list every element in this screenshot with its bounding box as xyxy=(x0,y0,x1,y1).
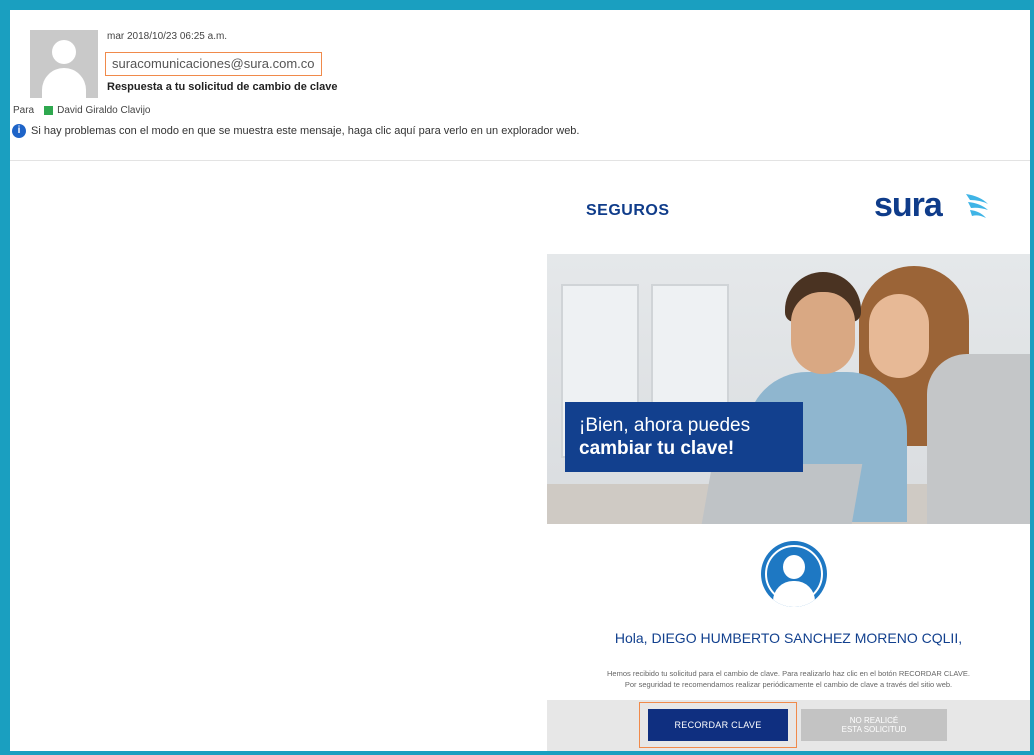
header-divider xyxy=(10,160,1030,161)
seguros-label: SEGUROS xyxy=(586,202,670,219)
sura-wing-icon xyxy=(966,194,988,218)
hero-woman-top-shape xyxy=(927,354,1030,524)
hero-caption-line2: cambiar tu clave! xyxy=(579,438,735,459)
body-text-line1: Hemos recibido tu solicitud para el camb… xyxy=(607,669,970,678)
message-date: mar 2018/10/23 06:25 a.m. xyxy=(107,31,228,42)
sura-logo: sura xyxy=(874,186,943,224)
message-header: mar 2018/10/23 06:25 a.m. suracomunicaci… xyxy=(10,10,1030,162)
message-subject: Respuesta a tu solicitud de cambio de cl… xyxy=(107,81,338,93)
sender-address[interactable]: suracomunicaciones@sura.com.co xyxy=(105,52,322,76)
user-profile-icon xyxy=(761,541,827,607)
hero-caption: ¡Bien, ahora puedes cambiar tu clave! xyxy=(565,402,803,472)
no-realice-line2: ESTA SOLICITUD xyxy=(841,725,907,734)
no-realice-line1: NO REALICÉ xyxy=(849,716,899,725)
recipient-row: Para David Giraldo Clavijo xyxy=(13,105,151,116)
email-window: mar 2018/10/23 06:25 a.m. suracomunicaci… xyxy=(10,10,1030,751)
body-text-line2: Por seguridad te recomendamos realizar p… xyxy=(624,680,953,689)
info-icon: i xyxy=(12,124,26,138)
sender-avatar xyxy=(30,30,98,98)
body-text: Hemos recibido tu solicitud para el camb… xyxy=(557,668,1020,690)
greeting: Hola, DIEGO HUMBERTO SANCHEZ MORENO CQLI… xyxy=(614,630,963,646)
to-label: Para xyxy=(13,105,35,116)
hero-man-face-shape xyxy=(791,292,855,374)
info-bar[interactable]: i Si hay problemas con el modo en que se… xyxy=(12,124,580,138)
hero-image: ¡Bien, ahora puedes cambiar tu clave! xyxy=(547,254,1030,524)
hero-woman-face-shape xyxy=(869,294,929,378)
hero-caption-line1: ¡Bien, ahora puedes xyxy=(579,415,751,436)
info-text[interactable]: Si hay problemas con el modo en que se m… xyxy=(31,125,580,137)
hero-laptop-shape xyxy=(701,464,863,524)
profile-head-shape xyxy=(783,555,805,579)
presence-status-icon xyxy=(44,106,54,115)
no-realice-button[interactable]: NO REALICÉ ESTA SOLICITUD xyxy=(801,709,947,741)
button-strip: RECORDAR CLAVE NO REALICÉ ESTA SOLICITUD xyxy=(547,700,1030,751)
brand-row: SEGUROS sura xyxy=(547,162,1030,254)
avatar-body-shape xyxy=(42,68,86,98)
recipient-name[interactable]: David Giraldo Clavijo xyxy=(57,105,150,116)
recordar-clave-button[interactable]: RECORDAR CLAVE xyxy=(648,709,788,741)
email-content: SEGUROS sura ¡Bien, ahora puedes cambiar… xyxy=(547,162,1030,751)
avatar-head-shape xyxy=(52,40,76,64)
